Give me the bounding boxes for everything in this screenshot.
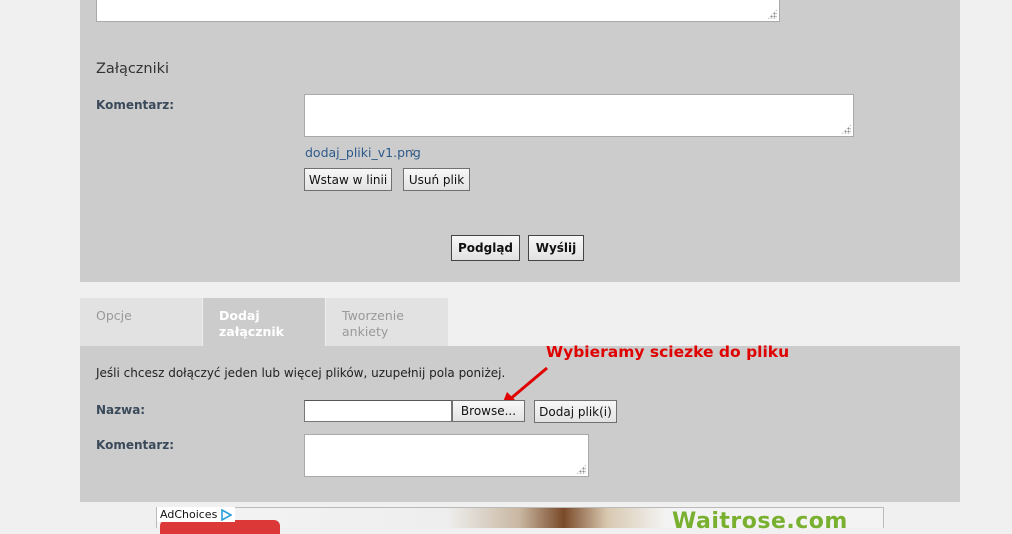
attachments-heading: Załączniki [96,61,170,77]
adchoices-badge[interactable]: AdChoices [157,507,236,522]
adchoices-icon [221,508,233,521]
tab-create-poll[interactable]: Tworzenie ankiety [326,298,448,346]
resize-grip-icon[interactable] [841,124,851,134]
ad-brand-text: Waitrose.com [672,509,848,534]
message-textarea[interactable] [96,0,780,22]
ad-graphic [160,520,280,534]
resize-grip-icon[interactable] [767,9,777,19]
tab-add-attachment[interactable]: Dodaj załącznik [203,298,325,346]
annotation-text: Wybieramy sciezke do pliku [546,343,790,361]
upload-info-text: Jeśli chcesz dołączyć jeden lub więcej p… [96,366,506,380]
remove-file-button[interactable]: Usuń plik [403,168,470,191]
upload-comment-textarea[interactable] [304,434,589,477]
attachments-panel [80,0,960,282]
send-button[interactable]: Wyślij [528,235,584,261]
upload-comment-label: Komentarz: [96,438,175,452]
file-name-label: Nazwa: [96,403,146,417]
attachment-comment-label: Komentarz: [96,98,175,112]
tab-options[interactable]: Opcje [80,298,202,346]
adchoices-label: AdChoices [160,508,218,521]
add-file-button[interactable]: Dodaj plik(i) [534,400,617,423]
attachment-filename-suffix: : [411,145,415,158]
attachment-filename-link[interactable]: dodaj_pliki_v1.png [305,145,421,160]
resize-grip-icon[interactable] [576,464,586,474]
preview-button[interactable]: Podgląd [451,235,520,261]
attachment-comment-textarea[interactable] [304,94,854,137]
file-path-input[interactable] [304,400,452,422]
insert-inline-button[interactable]: Wstaw w linii [304,168,392,191]
browse-button[interactable]: Browse... [452,400,525,422]
